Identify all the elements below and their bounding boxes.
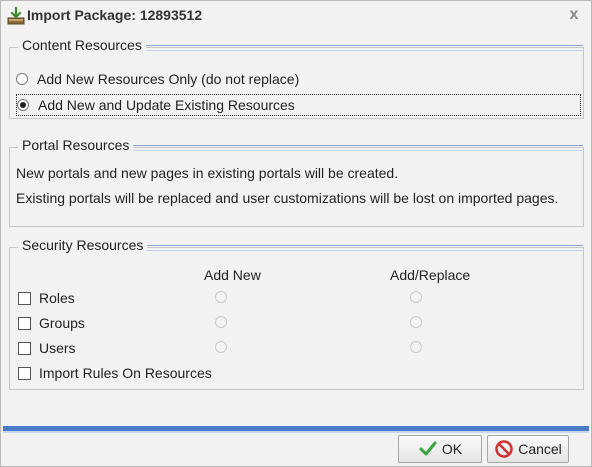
portal-info-line-1: New portals and new pages in existing po…	[16, 165, 399, 181]
dialog-title: Import Package: 12893512	[27, 7, 203, 23]
close-button[interactable]: x	[565, 6, 583, 24]
groups-label: Groups	[39, 315, 85, 331]
ok-label: OK	[441, 441, 463, 457]
groups-checkbox[interactable]	[18, 316, 31, 330]
add-new-update-option[interactable]: Add New and Update Existing Resources	[16, 94, 581, 116]
add-new-update-label: Add New and Update Existing Resources	[38, 97, 295, 113]
groups-row[interactable]: Groups	[18, 313, 85, 333]
add-new-only-label: Add New Resources Only (do not replace)	[37, 71, 300, 87]
roles-checkbox[interactable]	[18, 291, 31, 305]
import-package-dialog: Import Package: 12893512 x Content Resou…	[0, 0, 592, 467]
users-add-new-radio[interactable]	[215, 341, 227, 353]
checkmark-icon	[419, 441, 437, 456]
footer-accent-subline	[3, 431, 589, 433]
cancel-icon	[495, 440, 513, 458]
column-header-add-new: Add New	[204, 267, 261, 283]
close-icon: x	[569, 6, 579, 23]
portal-resources-legend: Portal Resources	[18, 137, 134, 153]
content-resources-legend: Content Resources	[18, 37, 146, 53]
users-row[interactable]: Users	[18, 338, 76, 358]
import-rules-row[interactable]: Import Rules On Resources	[18, 363, 212, 383]
legend-divider	[138, 45, 583, 51]
portal-info-line-2: Existing portals will be replaced and us…	[16, 190, 559, 206]
column-header-add-replace: Add/Replace	[390, 267, 471, 283]
cancel-button[interactable]: Cancel	[487, 435, 569, 463]
groups-add-new-radio[interactable]	[215, 316, 227, 328]
add-new-update-radio[interactable]	[17, 99, 29, 111]
cancel-label: Cancel	[518, 441, 562, 457]
import-rules-label: Import Rules On Resources	[39, 365, 212, 381]
roles-add-new-radio[interactable]	[215, 291, 227, 303]
legend-divider	[144, 245, 583, 251]
add-new-only-radio[interactable]	[16, 73, 28, 85]
users-label: Users	[39, 340, 76, 356]
import-download-icon	[7, 6, 25, 25]
users-add-replace-radio[interactable]	[410, 341, 422, 353]
security-resources-legend: Security Resources	[18, 237, 148, 253]
ok-button[interactable]: OK	[398, 435, 482, 463]
security-resources-group: Security Resources Add New Add/Replace R…	[9, 237, 584, 390]
content-resources-group: Content Resources Add New Resources Only…	[9, 37, 584, 119]
portal-resources-group: Portal Resources New portals and new pag…	[9, 137, 584, 227]
add-new-only-option[interactable]: Add New Resources Only (do not replace)	[16, 68, 299, 90]
roles-row[interactable]: Roles	[18, 288, 75, 308]
import-rules-checkbox[interactable]	[18, 366, 31, 380]
roles-add-replace-radio[interactable]	[410, 291, 422, 303]
users-checkbox[interactable]	[18, 341, 31, 355]
title-bar: Import Package: 12893512 x	[1, 1, 591, 31]
groups-add-replace-radio[interactable]	[410, 316, 422, 328]
roles-label: Roles	[39, 290, 75, 306]
legend-divider	[132, 145, 583, 151]
